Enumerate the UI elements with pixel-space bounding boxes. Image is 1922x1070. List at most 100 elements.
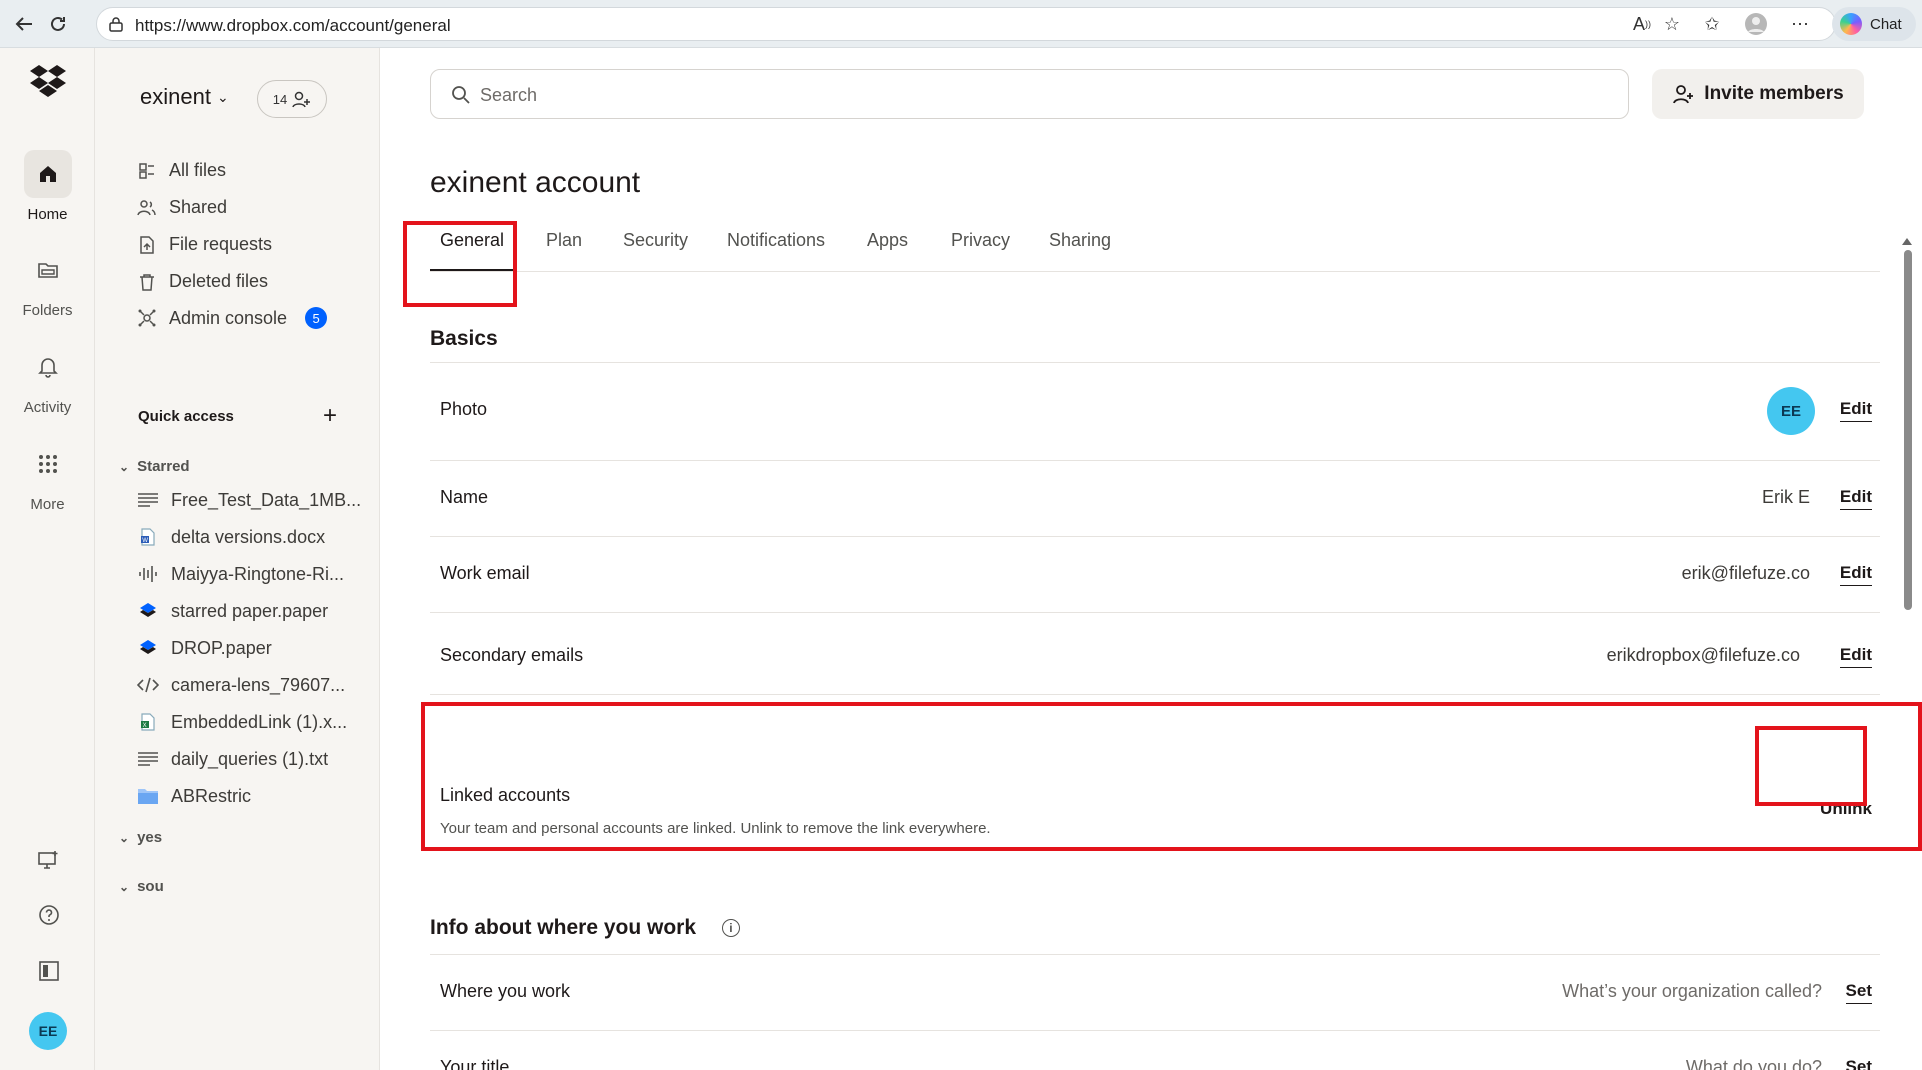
photo-label: Photo	[440, 399, 488, 419]
rail-activity[interactable]: Activity	[0, 343, 95, 416]
search-icon	[452, 86, 470, 104]
set-organization-button[interactable]: Set	[1845, 981, 1872, 1004]
rail-more[interactable]: More	[0, 440, 95, 513]
search-input[interactable]: Search	[430, 69, 1629, 119]
set-title-button[interactable]: Set	[1846, 1057, 1872, 1070]
starred-group[interactable]: ⌄ Starred	[119, 458, 190, 475]
text-file-icon	[137, 748, 159, 770]
address-bar[interactable]: https://www.dropbox.com/account/general …	[96, 7, 1836, 41]
sidebar-toggle-icon[interactable]	[38, 960, 60, 987]
rail-home[interactable]: Home	[0, 150, 95, 223]
edit-photo-button[interactable]: Edit	[1839, 399, 1872, 422]
nav-deleted-files-label: Deleted files	[169, 271, 269, 291]
tab-apps[interactable]: Apps	[867, 230, 908, 251]
group-sou[interactable]: ⌄ sou	[119, 878, 164, 895]
trash-icon	[137, 272, 157, 292]
account-avatar[interactable]: EE	[29, 1012, 67, 1050]
help-icon[interactable]	[38, 904, 60, 931]
nav-admin-console[interactable]: Admin console 5	[137, 307, 328, 329]
starred-item[interactable]: ABRestric	[137, 785, 367, 807]
url-text: https://www.dropbox.com/account/general	[135, 16, 451, 35]
tab-sharing[interactable]: Sharing	[1049, 230, 1111, 251]
where-you-work-label: Where you work	[440, 981, 571, 1001]
group-sou-title: sou	[137, 878, 164, 895]
starred-item[interactable]: DROP.paper	[137, 637, 367, 659]
dropbox-logo-icon[interactable]	[29, 64, 67, 103]
grid-icon	[24, 440, 72, 488]
invite-members-button[interactable]: Invite members	[1652, 69, 1864, 119]
rail-folders[interactable]: Folders	[0, 246, 95, 319]
read-aloud-icon[interactable]: A))	[1630, 12, 1654, 36]
add-person-icon	[1673, 85, 1694, 104]
desktop-app-icon[interactable]	[37, 849, 59, 876]
rail-more-label: More	[30, 496, 65, 513]
members-count: 14	[272, 91, 288, 107]
edit-work-email-button[interactable]: Edit	[1839, 563, 1872, 586]
organization-placeholder[interactable]: What’s your organization called?	[1562, 981, 1822, 1002]
starred-item-label: starred paper.paper	[171, 600, 329, 621]
admin-badge: 5	[305, 307, 328, 329]
starred-item[interactable]: Free_Test_Data_1MB...	[137, 489, 367, 511]
more-menu-icon[interactable]: ⋯	[1788, 12, 1812, 36]
highlight-linked-accounts	[421, 702, 1922, 851]
audio-file-icon	[137, 563, 159, 585]
scroll-up-icon[interactable]	[1902, 238, 1912, 245]
copilot-icon	[1840, 13, 1862, 35]
scrollbar[interactable]	[1902, 238, 1912, 618]
starred-item[interactable]: starred paper.paper	[137, 600, 367, 622]
starred-item[interactable]: camera-lens_79607...	[137, 674, 367, 696]
starred-item[interactable]: X EmbeddedLink (1).x...	[137, 711, 367, 733]
info-icon[interactable]: i	[721, 919, 740, 938]
nav-shared[interactable]: Shared	[137, 197, 227, 218]
favorites-icon[interactable]: ✩	[1700, 12, 1724, 36]
admin-icon	[137, 308, 157, 328]
nav-all-files-label: All files	[169, 160, 227, 180]
title-placeholder[interactable]: What do you do?	[1686, 1057, 1822, 1070]
tab-privacy[interactable]: Privacy	[951, 230, 1010, 251]
nav-deleted-files[interactable]: Deleted files	[137, 271, 268, 292]
highlight-unlink-button	[1755, 726, 1867, 806]
starred-item-label: delta versions.docx	[171, 526, 326, 547]
work-info-title-text: Info about where you work	[430, 916, 697, 939]
starred-item-label: daily_queries (1).txt	[171, 748, 329, 769]
tab-security[interactable]: Security	[623, 230, 688, 251]
copilot-chat-button[interactable]: Chat	[1832, 7, 1916, 41]
nav-all-files[interactable]: All files	[137, 160, 226, 181]
profile-icon[interactable]	[1744, 12, 1768, 36]
folder-icon	[24, 246, 72, 294]
refresh-icon[interactable]	[44, 10, 72, 38]
members-button[interactable]: 14	[257, 80, 327, 118]
edit-secondary-emails-button[interactable]: Edit	[1839, 645, 1872, 668]
starred-item[interactable]: W delta versions.docx	[137, 526, 367, 548]
name-value: Erik E	[1761, 487, 1810, 507]
work-email-label: Work email	[440, 563, 530, 583]
work-email-row: Work email erik@filefuze.co Edit	[430, 537, 1880, 613]
group-yes[interactable]: ⌄ yes	[119, 829, 162, 846]
starred-item[interactable]: Maiyya-Ringtone-Ri...	[137, 563, 367, 585]
chat-label: Chat	[1870, 15, 1902, 33]
back-icon[interactable]	[10, 10, 38, 38]
your-title-label: Your title	[440, 1057, 510, 1070]
search-placeholder: Search	[480, 85, 538, 105]
home-icon	[23, 150, 72, 198]
scroll-thumb[interactable]	[1904, 250, 1912, 610]
add-person-icon	[292, 91, 311, 108]
rail-home-label: Home	[27, 206, 68, 223]
starred-item[interactable]: daily_queries (1).txt	[137, 748, 367, 770]
account-tabs: General Plan Security Notifications Apps…	[430, 220, 1880, 272]
add-quick-access-icon[interactable]: +	[323, 402, 337, 430]
tab-notifications[interactable]: Notifications	[727, 230, 825, 251]
team-switcher[interactable]: exinent ⌄	[140, 84, 229, 110]
secondary-emails-row: Secondary emails erikdropbox@filefuze.co…	[430, 613, 1880, 695]
page-title: exinent account	[430, 166, 641, 199]
profile-photo-avatar: EE	[1767, 387, 1815, 435]
tab-plan[interactable]: Plan	[546, 230, 582, 251]
starred-item-label: EmbeddedLink (1).x...	[171, 711, 348, 732]
paper-file-icon	[137, 637, 159, 659]
your-title-row: Your title What do you do? Set	[430, 1031, 1880, 1070]
chevron-down-icon: ⌄	[216, 88, 229, 105]
edit-name-button[interactable]: Edit	[1839, 487, 1872, 510]
nav-file-requests[interactable]: File requests	[137, 234, 272, 255]
work-info-title: Info about where you work i	[430, 916, 740, 940]
favorite-star-icon[interactable]: ☆	[1660, 12, 1684, 36]
